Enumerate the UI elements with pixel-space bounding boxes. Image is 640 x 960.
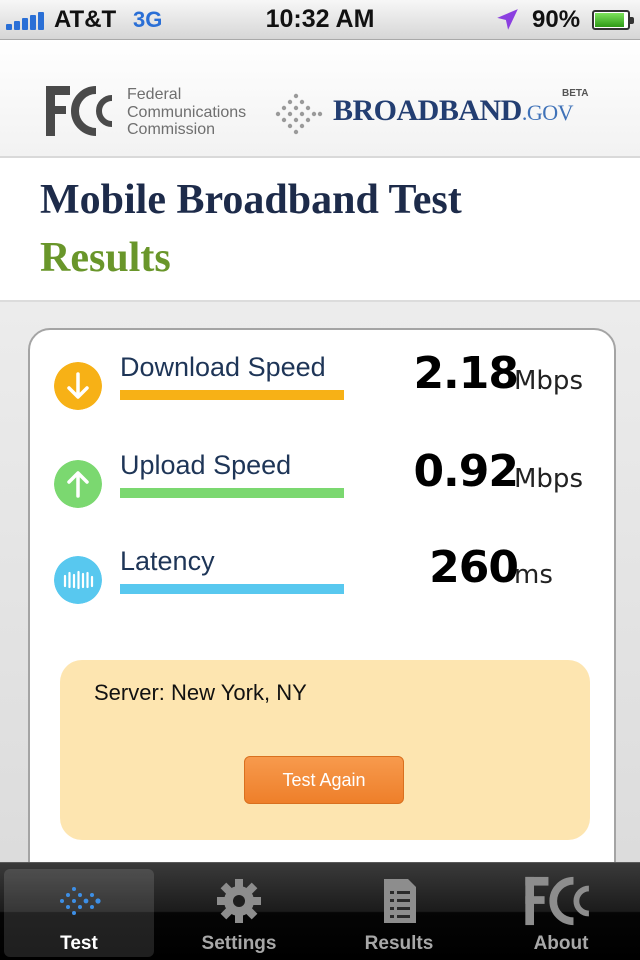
metric-latency: Latency 260 ms bbox=[30, 542, 618, 616]
metric-value: 0.92 bbox=[413, 446, 519, 497]
metric-underline bbox=[120, 488, 344, 498]
fcc-name-line: Federal bbox=[127, 86, 182, 103]
metric-value: 2.18 bbox=[413, 348, 519, 399]
metric-label: Download Speed bbox=[120, 352, 326, 382]
broadband-arrow-icon bbox=[275, 93, 323, 135]
page-title: Mobile Broadband Test bbox=[40, 177, 462, 223]
broadband-gov-wordmark: BROADBAND.GOV bbox=[333, 94, 574, 128]
fcc-logo-icon bbox=[46, 86, 113, 136]
document-icon bbox=[384, 879, 416, 923]
gear-icon bbox=[217, 879, 261, 923]
battery-icon bbox=[592, 10, 634, 30]
server-panel: Server: New York, NY Test Again bbox=[60, 660, 590, 840]
metric-label: Upload Speed bbox=[120, 450, 292, 480]
logo-header: Federal Communications Commission BROADB… bbox=[0, 40, 640, 158]
tab-about[interactable]: About bbox=[486, 869, 636, 957]
metric-value: 260 bbox=[429, 542, 519, 593]
latency-bars-icon bbox=[54, 556, 102, 604]
metric-unit: Mbps bbox=[514, 366, 583, 396]
broadband-suffix: .GOV bbox=[521, 100, 574, 125]
broadband-word: BROADBAND bbox=[333, 94, 522, 127]
test-arrow-icon bbox=[60, 887, 101, 915]
location-arrow-icon bbox=[497, 9, 518, 30]
metric-underline bbox=[120, 390, 344, 400]
metric-upload: Upload Speed 0.92 Mbps bbox=[30, 446, 618, 520]
metric-label: Latency bbox=[120, 546, 215, 576]
tab-results[interactable]: Results bbox=[324, 869, 474, 957]
page-subtitle: Results bbox=[40, 235, 171, 281]
fcc-name: Federal Communications Commission bbox=[127, 86, 246, 139]
tab-label: Results bbox=[364, 933, 434, 954]
upload-arrow-icon bbox=[54, 460, 102, 508]
tab-bar: Test Settings Results About bbox=[0, 862, 640, 960]
tab-label: Test bbox=[60, 933, 98, 954]
test-again-button[interactable]: Test Again bbox=[244, 756, 404, 804]
results-card: Download Speed 2.18 Mbps Upload Speed 0.… bbox=[28, 328, 616, 888]
server-location: Server: New York, NY bbox=[94, 680, 307, 705]
metric-underline bbox=[120, 584, 344, 594]
fcc-icon bbox=[525, 876, 590, 926]
status-bar: AT&T 3G 10:32 AM 90% bbox=[0, 0, 640, 40]
results-area: Download Speed 2.18 Mbps Upload Speed 0.… bbox=[0, 302, 640, 888]
download-arrow-icon bbox=[54, 362, 102, 410]
battery-percent: 90% bbox=[532, 6, 581, 33]
title-section: Mobile Broadband Test Results bbox=[0, 158, 640, 302]
tab-test[interactable]: Test bbox=[4, 869, 154, 957]
metric-download: Download Speed 2.18 Mbps bbox=[30, 348, 618, 422]
metric-unit: Mbps bbox=[514, 464, 583, 494]
beta-badge: BETA bbox=[562, 88, 589, 99]
tab-label: Settings bbox=[201, 933, 277, 954]
tab-settings[interactable]: Settings bbox=[164, 869, 314, 957]
battery-fill bbox=[595, 13, 624, 27]
fcc-name-line: Communications bbox=[127, 103, 247, 121]
fcc-name-line: Commission bbox=[127, 121, 216, 138]
metric-unit: ms bbox=[514, 560, 553, 590]
tab-label: About bbox=[533, 933, 589, 954]
